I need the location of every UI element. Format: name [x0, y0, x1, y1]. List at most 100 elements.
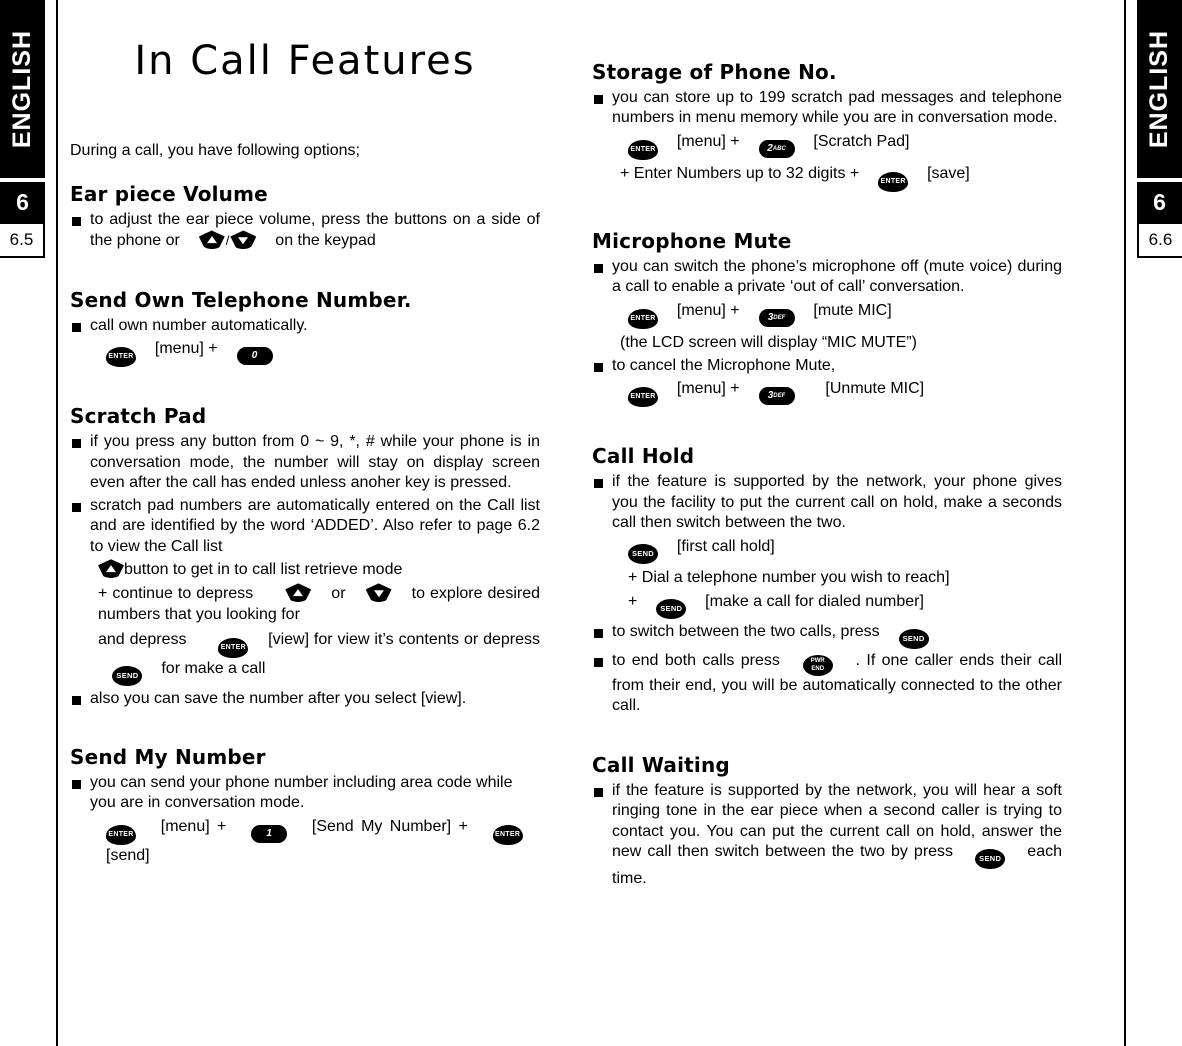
- view-label-c: for make a call: [161, 659, 266, 677]
- chapter-number-right: 6: [1137, 182, 1182, 222]
- section-heading-send-own-telephone-number: Send Own Telephone Number.: [70, 287, 412, 312]
- step-label-d: [Unmute MIC]: [825, 380, 925, 398]
- unmute-keysteps: ENTER [menu] + 3DEF [Unmute MIC]: [592, 378, 1062, 408]
- up-arrow-key-icon[interactable]: [365, 583, 392, 603]
- chapter-number-left: 6: [0, 182, 45, 222]
- list-item: you can store up to 199 scratch pad mess…: [592, 88, 1062, 129]
- step-label-b: [mute MIC]: [813, 301, 892, 319]
- enter-key-icon[interactable]: ENTER: [492, 824, 523, 845]
- right-vertical-rule: [1124, 0, 1126, 1046]
- scratch-pad-view-line: and depress ENTER [view] for view it’s c…: [70, 629, 540, 686]
- intro-text: During a call, you have following option…: [70, 142, 360, 159]
- send-key-icon[interactable]: SEND: [656, 598, 687, 619]
- enter-key-icon[interactable]: ENTER: [106, 824, 136, 845]
- section-heading-storage-of-phone-no: Storage of Phone No.: [592, 60, 837, 84]
- right-side-tab: ENGLISH 6 6.6: [1137, 0, 1182, 258]
- scratch-pad-retrieve-line: button to get in to call list retrieve m…: [70, 559, 540, 580]
- enter-key-icon[interactable]: ENTER: [106, 347, 136, 368]
- down-arrow-key-icon[interactable]: [198, 230, 225, 250]
- ear-piece-volume-list: to adjust the ear piece volume, press th…: [70, 210, 540, 252]
- call-hold-step-2: + Dial a telephone number you wish to re…: [628, 568, 950, 586]
- call-hold-list: if the feature is supported by the netwo…: [592, 472, 1062, 533]
- list-item: you can send your phone number including…: [70, 773, 540, 814]
- step-label-c: [send]: [106, 846, 150, 864]
- section-heading-ear-piece-volume: Ear piece Volume: [70, 182, 268, 206]
- enter-key-icon[interactable]: ENTER: [218, 637, 249, 658]
- step-label-a: [menu] +: [676, 132, 740, 150]
- enter-key-icon[interactable]: ENTER: [628, 139, 658, 160]
- send-key-icon[interactable]: SEND: [975, 849, 1006, 870]
- section-heading-call-waiting: Call Waiting: [592, 752, 730, 777]
- step-label-a: [menu] +: [676, 301, 740, 319]
- step-label-c: + Enter Numbers up to 32 digits +: [620, 164, 860, 182]
- list-item: if the feature is supported by the netwo…: [592, 781, 1062, 890]
- down-arrow-key-icon[interactable]: [98, 559, 124, 579]
- enter-key-icon[interactable]: ENTER: [628, 308, 658, 329]
- continue-label-a: + continue to depress: [98, 585, 254, 603]
- list-item: to cancel the Microphone Mute,: [592, 356, 1062, 376]
- step-label-d: [save]: [927, 164, 970, 182]
- send-key-icon[interactable]: SEND: [628, 543, 658, 564]
- language-block-right: ENGLISH: [1137, 0, 1182, 178]
- send-key-icon[interactable]: SEND: [898, 628, 929, 649]
- list-item: if you press any button from 0 ~ 9, *, #…: [70, 432, 540, 493]
- down-arrow-key-icon[interactable]: [285, 583, 312, 603]
- call-hold-list-2: to switch between the two calls, press S…: [592, 622, 1062, 717]
- scratch-pad-continue-line: + continue to depress or to explore desi…: [70, 583, 540, 625]
- up-arrow-key-icon[interactable]: [230, 230, 257, 250]
- section-heading-call-hold: Call Hold: [592, 444, 695, 469]
- step-label: [menu] +: [154, 340, 218, 358]
- list-item: to adjust the ear piece volume, press th…: [70, 210, 540, 252]
- list-item: you can switch the phone’s microphone of…: [592, 257, 1062, 298]
- step-label-a: [first call hold]: [676, 537, 775, 555]
- step-plus: +: [628, 592, 638, 610]
- key-1-icon[interactable]: 1: [251, 824, 288, 843]
- bullet-text: to switch between the two calls, press: [612, 622, 880, 640]
- key-0-icon[interactable]: 0: [236, 347, 273, 366]
- list-item: to end both calls press PWR END . If one …: [592, 651, 1062, 717]
- key-2-icon[interactable]: 2ABC: [758, 139, 795, 158]
- enter-key-icon[interactable]: ENTER: [878, 171, 909, 192]
- step-label-c: [make a call for dialed number]: [705, 592, 924, 610]
- enter-key-icon[interactable]: ENTER: [628, 387, 658, 408]
- language-block: ENGLISH: [0, 0, 45, 178]
- mute-note: (the LCD screen will display “MIC MUTE”): [620, 333, 917, 351]
- call-hold-step-3: + SEND [make a call for dialed number]: [592, 591, 1062, 619]
- scratch-pad-list-2: also you can save the number after you s…: [70, 689, 540, 709]
- call-waiting-list: if the feature is supported by the netwo…: [592, 781, 1062, 890]
- page-number-left: 6.5: [0, 222, 45, 258]
- page-title: In Call Features: [134, 38, 476, 84]
- pwr-end-key-icon[interactable]: PWR END: [802, 654, 833, 676]
- continue-or: or: [331, 585, 346, 603]
- list-item: to switch between the two calls, press S…: [592, 622, 1062, 649]
- section-heading-send-my-number: Send My Number: [70, 745, 266, 770]
- page-number-right: 6.6: [1137, 222, 1182, 258]
- step-label-a: [menu] +: [160, 817, 227, 835]
- scratch-pad-list: if you press any button from 0 ~ 9, *, #…: [70, 432, 540, 557]
- storage-keysteps-2: + Enter Numbers up to 32 digits + ENTER …: [592, 163, 1062, 192]
- bullet-text-a: to end both calls press: [612, 651, 780, 669]
- send-own-number-list: call own number automatically.: [70, 316, 540, 336]
- list-item: call own number automatically.: [70, 316, 540, 336]
- send-key-icon[interactable]: SEND: [112, 665, 143, 686]
- microphone-mute-list: you can switch the phone’s microphone of…: [592, 257, 1062, 298]
- section-heading-microphone-mute: Microphone Mute: [592, 228, 792, 253]
- section-heading-scratch-pad: Scratch Pad: [70, 404, 207, 429]
- retrieve-label: button to get in to call list retrieve m…: [124, 561, 403, 579]
- key-3-icon[interactable]: 3DEF: [758, 387, 795, 406]
- list-item: if the feature is supported by the netwo…: [592, 472, 1062, 533]
- mute-keysteps: ENTER [menu] + 3DEF [mute MIC]: [592, 300, 1062, 329]
- page-content: In Call Features During a call, you have…: [70, 0, 1112, 1046]
- language-label: ENGLISH: [8, 29, 36, 149]
- left-side-tab: ENGLISH 6 6.5: [0, 0, 45, 258]
- key-3-icon[interactable]: 3DEF: [758, 308, 795, 327]
- send-my-number-keysteps: ENTER [menu] + 1 [Send My Number] + ENTE…: [70, 816, 540, 866]
- language-label-right: ENGLISH: [1145, 29, 1173, 149]
- step-label-b: [Scratch Pad]: [813, 132, 910, 150]
- step-label-b: [Send My Number] +: [311, 817, 468, 835]
- list-item: scratch pad numbers are automatically en…: [70, 496, 540, 557]
- send-my-number-list: you can send your phone number including…: [70, 773, 540, 814]
- call-hold-step-1: SEND [first call hold]: [592, 536, 1062, 564]
- list-item: also you can save the number after you s…: [70, 689, 540, 709]
- view-label-a: and depress: [98, 630, 187, 648]
